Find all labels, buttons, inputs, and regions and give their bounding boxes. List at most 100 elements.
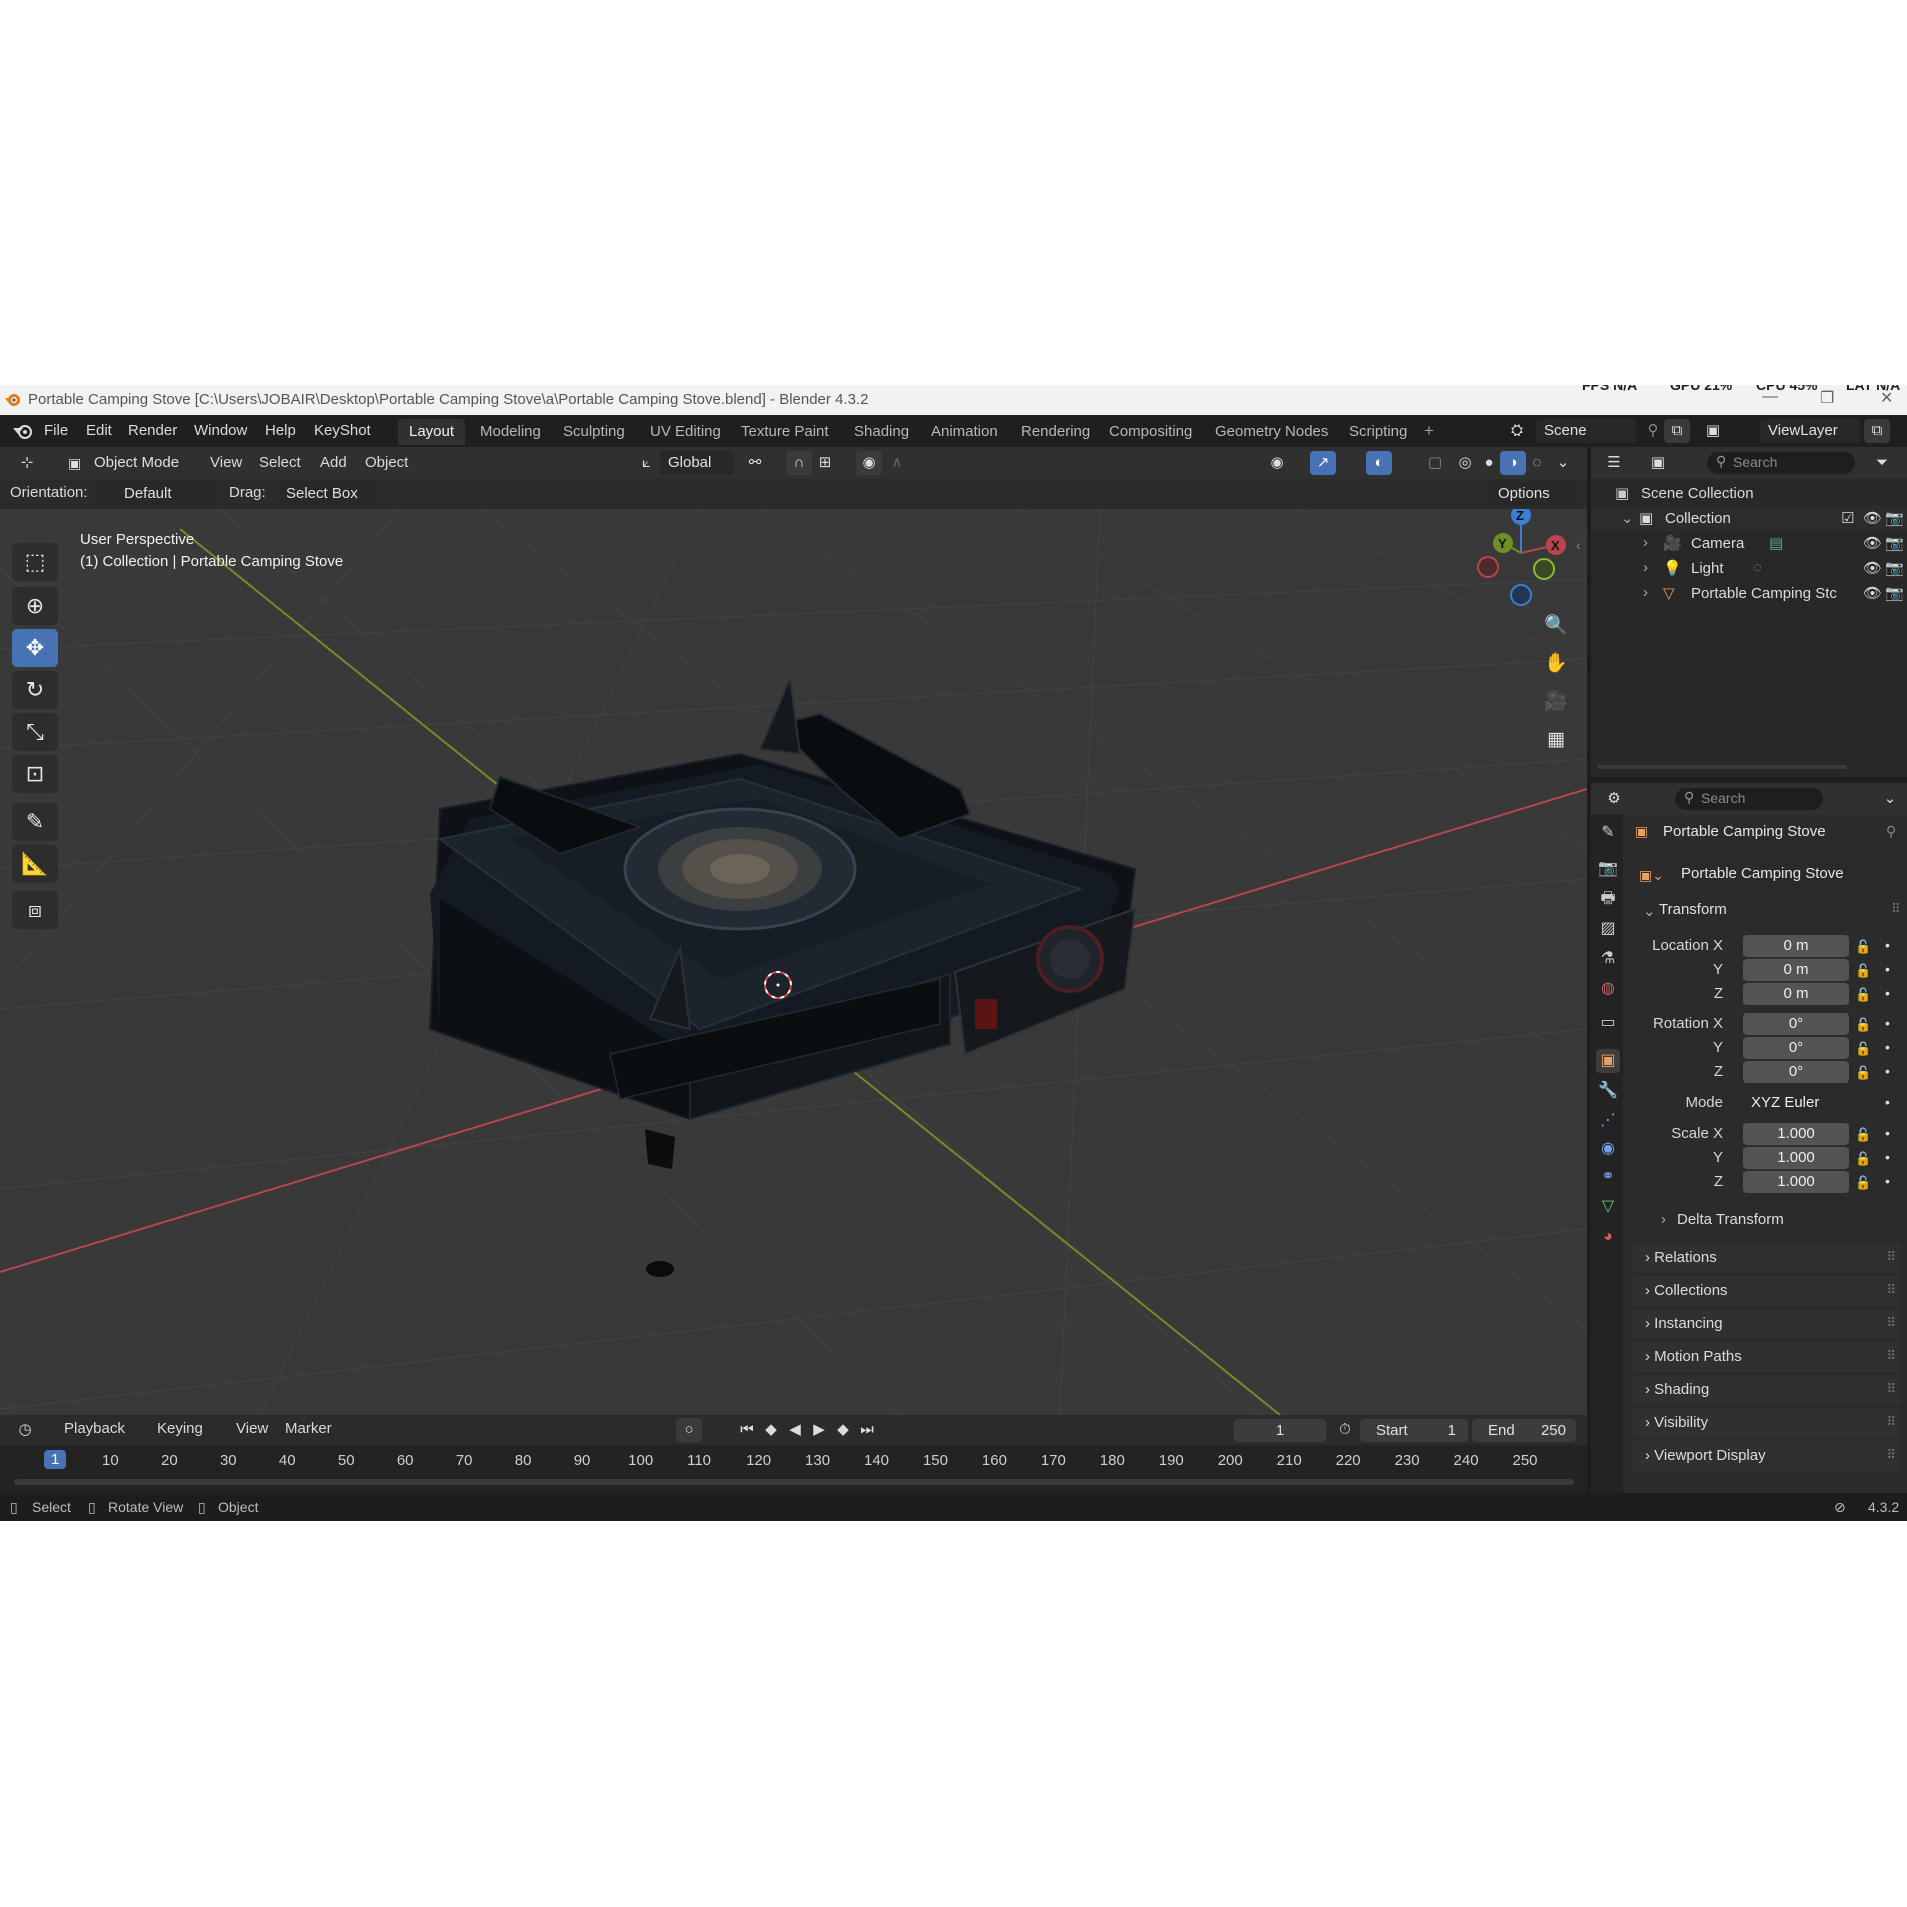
keyframe-dot-icon[interactable]: • <box>1885 1094 1890 1110</box>
lock-icon[interactable]: 🔓 <box>1855 987 1871 1003</box>
xray-icon[interactable]: ▢ <box>1422 451 1448 475</box>
timeline-scrollbar[interactable] <box>14 1479 1574 1485</box>
properties-editor-icon[interactable]: ⚙ <box>1601 787 1627 811</box>
lock-icon[interactable]: 🔓 <box>1855 1065 1871 1081</box>
viewport-scene[interactable]: Z X Y <box>0 509 1587 1415</box>
scale-y-field[interactable]: 1.000 <box>1743 1147 1849 1169</box>
panel-grip-icon[interactable]: ⠿ <box>1886 1414 1895 1430</box>
scale-x-field[interactable]: 1.000 <box>1743 1123 1849 1145</box>
next-keyframe-icon[interactable]: ◆ <box>830 1418 856 1442</box>
current-frame-field[interactable]: 1 <box>1234 1419 1326 1442</box>
timeline-current-frame-marker[interactable]: 1 <box>44 1450 67 1469</box>
view-layer-icon[interactable]: ▣ <box>1700 419 1726 443</box>
scale-tool[interactable]: ⤡ <box>12 713 58 751</box>
menu-file[interactable]: File <box>44 422 68 439</box>
panel-grip-icon[interactable]: ⠿ <box>1886 1348 1895 1364</box>
preview-range-icon[interactable]: ⏱ <box>1332 1418 1358 1442</box>
lock-icon[interactable]: 🔓 <box>1855 1017 1871 1033</box>
close-button[interactable]: ✕ <box>1880 388 1893 408</box>
keyframe-dot-icon[interactable]: • <box>1885 937 1890 953</box>
constraints-tab-icon[interactable]: ⚭ <box>1596 1165 1620 1189</box>
play-icon[interactable]: ▶ <box>806 1418 832 1442</box>
material-tab-icon[interactable]: ◕ <box>1596 1225 1620 1249</box>
camera-render-icon[interactable]: 📷 <box>1885 509 1904 527</box>
transform-chevron-icon[interactable]: ⌄ <box>1643 902 1656 920</box>
end-frame-field[interactable]: End 250 <box>1472 1419 1576 1442</box>
measure-tool[interactable]: 📐 <box>12 845 58 883</box>
material-preview-icon[interactable]: ◑ <box>1500 451 1526 475</box>
motion-paths-panel[interactable]: › Motion Paths ⠿ <box>1633 1342 1901 1372</box>
shading-options-icon[interactable]: ⌄ <box>1550 451 1576 475</box>
lock-icon[interactable]: 🔓 <box>1855 963 1871 979</box>
new-scene-icon[interactable]: ⧉ <box>1664 419 1690 443</box>
location-z-field[interactable]: 0 m <box>1743 983 1849 1005</box>
tab-compositing[interactable]: Compositing <box>1098 419 1203 445</box>
move-tool[interactable]: ✥ <box>12 629 58 667</box>
navigation-gizmo[interactable]: Z X Y <box>1477 509 1566 606</box>
rotation-mode-dropdown[interactable]: XYZ Euler <box>1743 1092 1849 1114</box>
camera-render-icon[interactable]: 📷 <box>1885 534 1904 552</box>
eye-icon[interactable]: 👁 <box>1863 509 1882 527</box>
falloff-icon[interactable]: ∧ <box>884 451 910 475</box>
panel-grip-icon[interactable]: ⠿ <box>1886 1315 1895 1331</box>
camera-data-icon[interactable]: ▤ <box>1769 534 1783 552</box>
cursor-tool[interactable]: ⊕ <box>12 587 58 625</box>
outliner-search-input[interactable]: ⚲ Search <box>1707 452 1855 474</box>
timeline-menu-playback[interactable]: Playback <box>64 1420 125 1437</box>
add-workspace-button[interactable]: + <box>1424 421 1434 441</box>
rotation-x-field[interactable]: 0° <box>1743 1013 1849 1035</box>
eye-icon[interactable]: 👁 <box>1863 584 1882 602</box>
stove-model[interactable] <box>428 675 1137 1277</box>
outliner-row-camera[interactable]: › 🎥 Camera ▤ 👁 📷 <box>1591 531 1907 556</box>
play-reverse-icon[interactable]: ◀ <box>782 1418 808 1442</box>
visibility-panel[interactable]: › Visibility ⠿ <box>1633 1408 1901 1438</box>
timeline-menu-marker[interactable]: Marker <box>285 1420 332 1437</box>
expand-chevron-icon[interactable]: › <box>1643 534 1648 551</box>
transform-panel-title[interactable]: Transform <box>1659 901 1727 918</box>
add-cube-tool[interactable]: ⧈ <box>12 891 58 929</box>
scene-tab-icon[interactable]: ⚗ <box>1596 947 1620 971</box>
minimize-button[interactable]: — <box>1762 388 1778 406</box>
viewport-display-panel[interactable]: › Viewport Display ⠿ <box>1633 1441 1901 1471</box>
keyframe-dot-icon[interactable]: • <box>1885 1125 1890 1141</box>
new-view-layer-icon[interactable]: ⧉ <box>1864 419 1890 443</box>
tab-animation[interactable]: Animation <box>920 419 1009 445</box>
tab-geometry-nodes[interactable]: Geometry Nodes <box>1204 419 1339 445</box>
keyframe-dot-icon[interactable]: • <box>1885 1015 1890 1031</box>
viewport-menu-select[interactable]: Select <box>259 454 301 471</box>
tab-rendering[interactable]: Rendering <box>1010 419 1101 445</box>
viewport-menu-view[interactable]: View <box>210 454 242 471</box>
location-x-field[interactable]: 0 m <box>1743 935 1849 957</box>
tab-modeling[interactable]: Modeling <box>469 419 552 445</box>
light-data-icon[interactable]: ◌ <box>1753 559 1762 576</box>
particles-tab-icon[interactable]: ⋰ <box>1596 1109 1620 1133</box>
expand-chevron-icon[interactable]: › <box>1643 559 1648 576</box>
timeline[interactable]: ◷ Playback Keying View Marker ○ ⏮ ◆ ◀ ▶ … <box>0 1415 1587 1493</box>
panel-grip-icon[interactable]: ⠿ <box>1886 1282 1895 1298</box>
keyframe-dot-icon[interactable]: • <box>1885 1063 1890 1079</box>
pin-icon[interactable]: ⚲ <box>1886 823 1896 840</box>
eye-icon[interactable]: 👁 <box>1863 534 1882 552</box>
display-mode-icon[interactable]: ▣ <box>1645 451 1671 475</box>
timeline-menu-keying[interactable]: Keying <box>157 1420 203 1437</box>
annotate-tool[interactable]: ✎ <box>12 803 58 841</box>
transform-orientation[interactable]: Global <box>660 451 734 475</box>
expand-chevron-icon[interactable]: ⌄ <box>1621 509 1634 527</box>
rotation-y-field[interactable]: 0° <box>1743 1037 1849 1059</box>
outliner-editor-icon[interactable]: ☰ <box>1601 451 1627 475</box>
blender-menu-icon[interactable] <box>12 422 34 440</box>
keyframe-dot-icon[interactable]: • <box>1885 961 1890 977</box>
modifier-tab-icon[interactable]: 🔧 <box>1596 1079 1620 1103</box>
panel-grip-icon[interactable]: ⠿ <box>1886 1447 1895 1463</box>
tool-tab-icon[interactable]: ✎ <box>1596 821 1620 845</box>
outliner-row-light[interactable]: › 💡 Light ◌ 👁 📷 <box>1591 556 1907 581</box>
shading-panel[interactable]: › Shading ⠿ <box>1633 1375 1901 1405</box>
auto-keying-icon[interactable]: ○ <box>676 1418 702 1442</box>
view-layer-selector[interactable]: ViewLayer <box>1760 419 1860 443</box>
wireframe-shading-icon[interactable]: ◎ <box>1452 451 1478 475</box>
menu-window[interactable]: Window <box>194 422 247 439</box>
panel-grip-icon[interactable]: ⠿ <box>1886 1249 1895 1265</box>
object-name-field[interactable]: Portable Camping Stove <box>1673 863 1907 887</box>
relations-panel[interactable]: › Relations ⠿ <box>1633 1243 1901 1273</box>
snap-target-icon[interactable]: ⊞ <box>812 451 838 475</box>
